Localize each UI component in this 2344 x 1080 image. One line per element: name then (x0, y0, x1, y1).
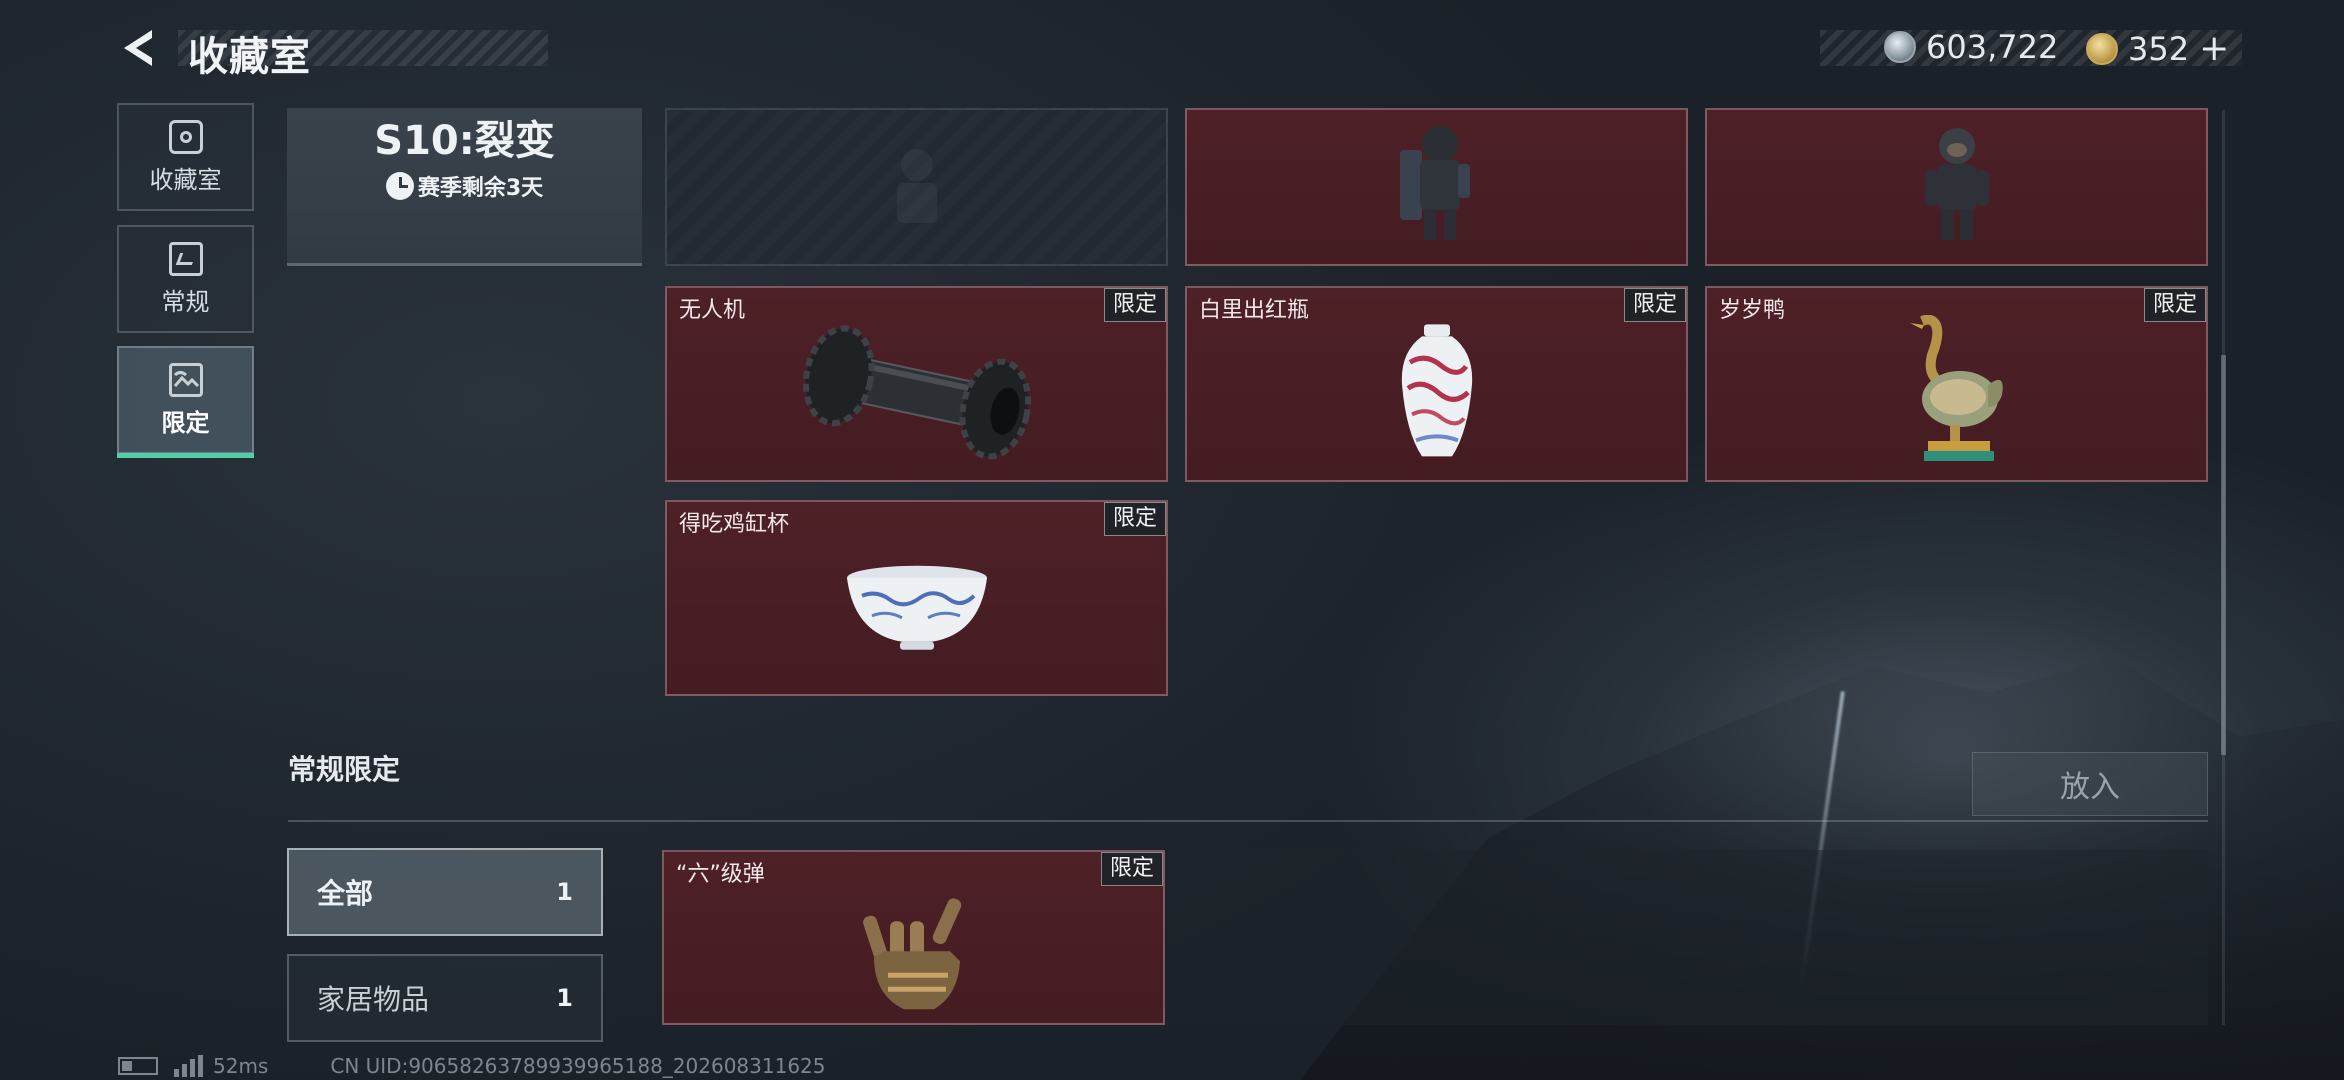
tab-label: 常规 (161, 287, 210, 316)
section-title: 常规限定 (288, 753, 401, 786)
item-name: 无人机 (679, 298, 746, 323)
ping-text: 52ms (213, 1054, 269, 1078)
gold-amount: 352 (2128, 29, 2190, 68)
bronze-duck-icon (1909, 315, 2003, 461)
soldier-figure-icon (1924, 128, 1989, 240)
season-title: S10:裂变 (374, 118, 555, 164)
drone-part-icon (802, 325, 1031, 460)
gold-currency: 352 + (2086, 28, 2229, 69)
silver-coin-icon (1884, 31, 1916, 63)
tab-limited[interactable]: 限定 (117, 346, 254, 458)
place-button[interactable]: 放入 (1972, 752, 2208, 816)
limited-badge: 限定 (2143, 288, 2206, 322)
limited-badge: 限定 (1103, 288, 1166, 322)
filter-count: 1 (556, 984, 573, 1012)
back-arrow-icon (124, 30, 152, 66)
limited-badge: 限定 (1103, 502, 1166, 536)
scrollbar-thumb[interactable] (2221, 355, 2226, 755)
collection-slot-soldier[interactable] (1705, 108, 2208, 266)
collection-item-cup[interactable]: 得吃鸡缸杯 限定 (665, 500, 1168, 696)
season-remaining-text: 赛季剩余3天 (417, 176, 544, 201)
document-icon (168, 241, 203, 276)
limited-badge: 限定 (1100, 852, 1163, 886)
collection-slot-locked[interactable] (665, 108, 1168, 266)
season-remaining: 赛季剩余3天 (287, 170, 642, 202)
page-title: 收藏室 (188, 34, 311, 80)
limited-badge: 限定 (1623, 288, 1686, 322)
signal-icon (174, 1055, 203, 1077)
collection-item-drone[interactable]: 无人机 限定 (665, 286, 1168, 482)
header: 收藏室 603,722 352 + (0, 0, 2344, 100)
safe-icon (168, 119, 203, 154)
collection-item-bullet[interactable]: “六”级弹 限定 (662, 850, 1165, 1025)
porcelain-vase-icon (1401, 324, 1472, 457)
tab-label: 限定 (161, 408, 210, 437)
item-name: 岁岁鸭 (1719, 298, 1786, 323)
porcelain-cup-icon (846, 565, 987, 650)
tab-regular[interactable]: 常规 (117, 225, 254, 333)
silver-amount: 603,722 (1926, 28, 2059, 66)
item-name: 白里出红瓶 (1199, 298, 1310, 323)
bullet-hand-icon (862, 897, 961, 1009)
uid-text: CN UID:90658263789939965188_202608311625 (330, 1054, 826, 1078)
filter-label: 全部 (317, 877, 374, 910)
locked-figure-icon (896, 149, 937, 223)
filter-count: 1 (556, 878, 573, 906)
picture-icon (168, 362, 203, 397)
collection-item-duck[interactable]: 岁岁鸭 限定 (1705, 286, 2208, 482)
add-currency-button[interactable]: + (2199, 28, 2229, 69)
armored-soldier-figure-icon (1399, 126, 1470, 240)
back-button[interactable] (118, 26, 162, 70)
tab-collection-room[interactable]: 收藏室 (117, 103, 254, 211)
section-divider (288, 820, 2208, 822)
filter-all[interactable]: 全部 1 (287, 848, 603, 936)
collection-slot-armored-soldier[interactable] (1185, 108, 1688, 266)
filter-label: 家居物品 (317, 983, 430, 1016)
silver-currency: 603,722 (1884, 28, 2058, 66)
collection-item-vase[interactable]: 白里出红瓶 限定 (1185, 286, 1688, 482)
item-name: 得吃鸡缸杯 (679, 512, 790, 537)
item-name: “六”级弹 (676, 862, 765, 887)
filter-household[interactable]: 家居物品 1 (287, 954, 603, 1042)
battery-icon (118, 1057, 158, 1075)
clock-icon (385, 172, 414, 200)
tab-label: 收藏室 (149, 165, 222, 194)
gold-coin-icon (2086, 32, 2118, 65)
footer: 52ms CN UID:90658263789939965188_2026083… (118, 1054, 826, 1078)
